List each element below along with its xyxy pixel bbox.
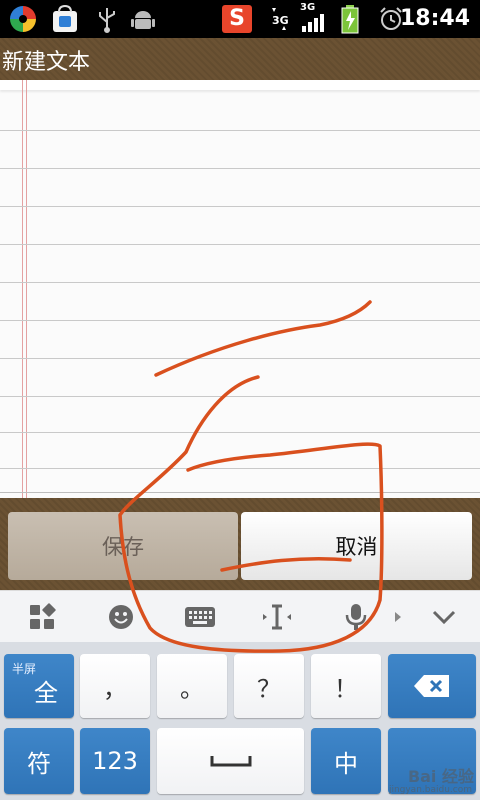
ruled-line <box>0 320 480 321</box>
save-button[interactable]: 保存 <box>8 512 238 580</box>
comma-key[interactable]: ， <box>80 654 150 718</box>
cancel-button[interactable]: 取消 <box>241 512 472 580</box>
clock: 18:44 <box>399 6 470 31</box>
ruled-line <box>0 206 480 207</box>
ruled-line <box>0 468 480 469</box>
signal-bars-icon: 3G <box>300 2 330 34</box>
ruled-line <box>0 492 480 493</box>
question-key[interactable]: ？ <box>234 654 304 718</box>
delete-key[interactable] <box>388 654 476 718</box>
action-panel: 保存 取消 <box>0 498 480 590</box>
cursor-move-icon[interactable] <box>259 599 295 635</box>
microphone-icon[interactable] <box>338 599 374 635</box>
sogou-input-icon: S <box>222 5 252 33</box>
ruled-line <box>0 244 480 245</box>
ruled-line <box>0 130 480 131</box>
half-screen-label: 半屏 <box>12 662 37 676</box>
title-bar: 新建文本 <box>0 38 480 80</box>
paper-edge <box>0 80 480 90</box>
space-key[interactable] <box>157 728 304 794</box>
note-text-area[interactable] <box>0 80 480 498</box>
pinwheel-app-icon <box>8 4 38 34</box>
backspace-icon <box>414 675 449 697</box>
grid-menu-icon[interactable] <box>24 599 60 635</box>
page-title: 新建文本 <box>2 50 91 75</box>
ruled-line <box>0 168 480 169</box>
ruled-line <box>0 282 480 283</box>
symbols-key[interactable]: 符 <box>4 728 74 794</box>
watermark-brand: Bai 经验 <box>407 767 474 786</box>
full-width-label: 全 <box>34 678 58 707</box>
period-key[interactable]: 。 <box>157 654 227 718</box>
signal-3g-icon: 3G <box>266 4 296 34</box>
usb-icon <box>92 4 122 34</box>
space-icon <box>210 756 251 767</box>
android-debug-icon <box>128 4 158 34</box>
numbers-key[interactable]: 123 <box>80 728 150 794</box>
margin-line <box>26 80 27 498</box>
half-screen-full-key[interactable]: 半屏 全 <box>4 654 74 718</box>
emoji-icon[interactable] <box>103 599 139 635</box>
battery-charging-icon <box>338 4 362 34</box>
watermark: Bai 经验 jingyan.baidu.com <box>360 755 480 800</box>
store-app-icon <box>50 4 80 34</box>
collapse-chevron-icon[interactable] <box>426 599 462 635</box>
ruled-line <box>0 396 480 397</box>
more-arrow-icon[interactable] <box>390 599 406 635</box>
ime-toolbar <box>0 590 480 643</box>
ruled-line <box>0 432 480 433</box>
exclaim-key[interactable]: ！ <box>311 654 381 718</box>
ruled-line <box>0 358 480 359</box>
keyboard-icon[interactable] <box>182 599 218 635</box>
watermark-url: jingyan.baidu.com <box>388 785 472 795</box>
status-bar: S 3G 3G 18:44 <box>0 0 480 38</box>
margin-line <box>22 80 23 498</box>
